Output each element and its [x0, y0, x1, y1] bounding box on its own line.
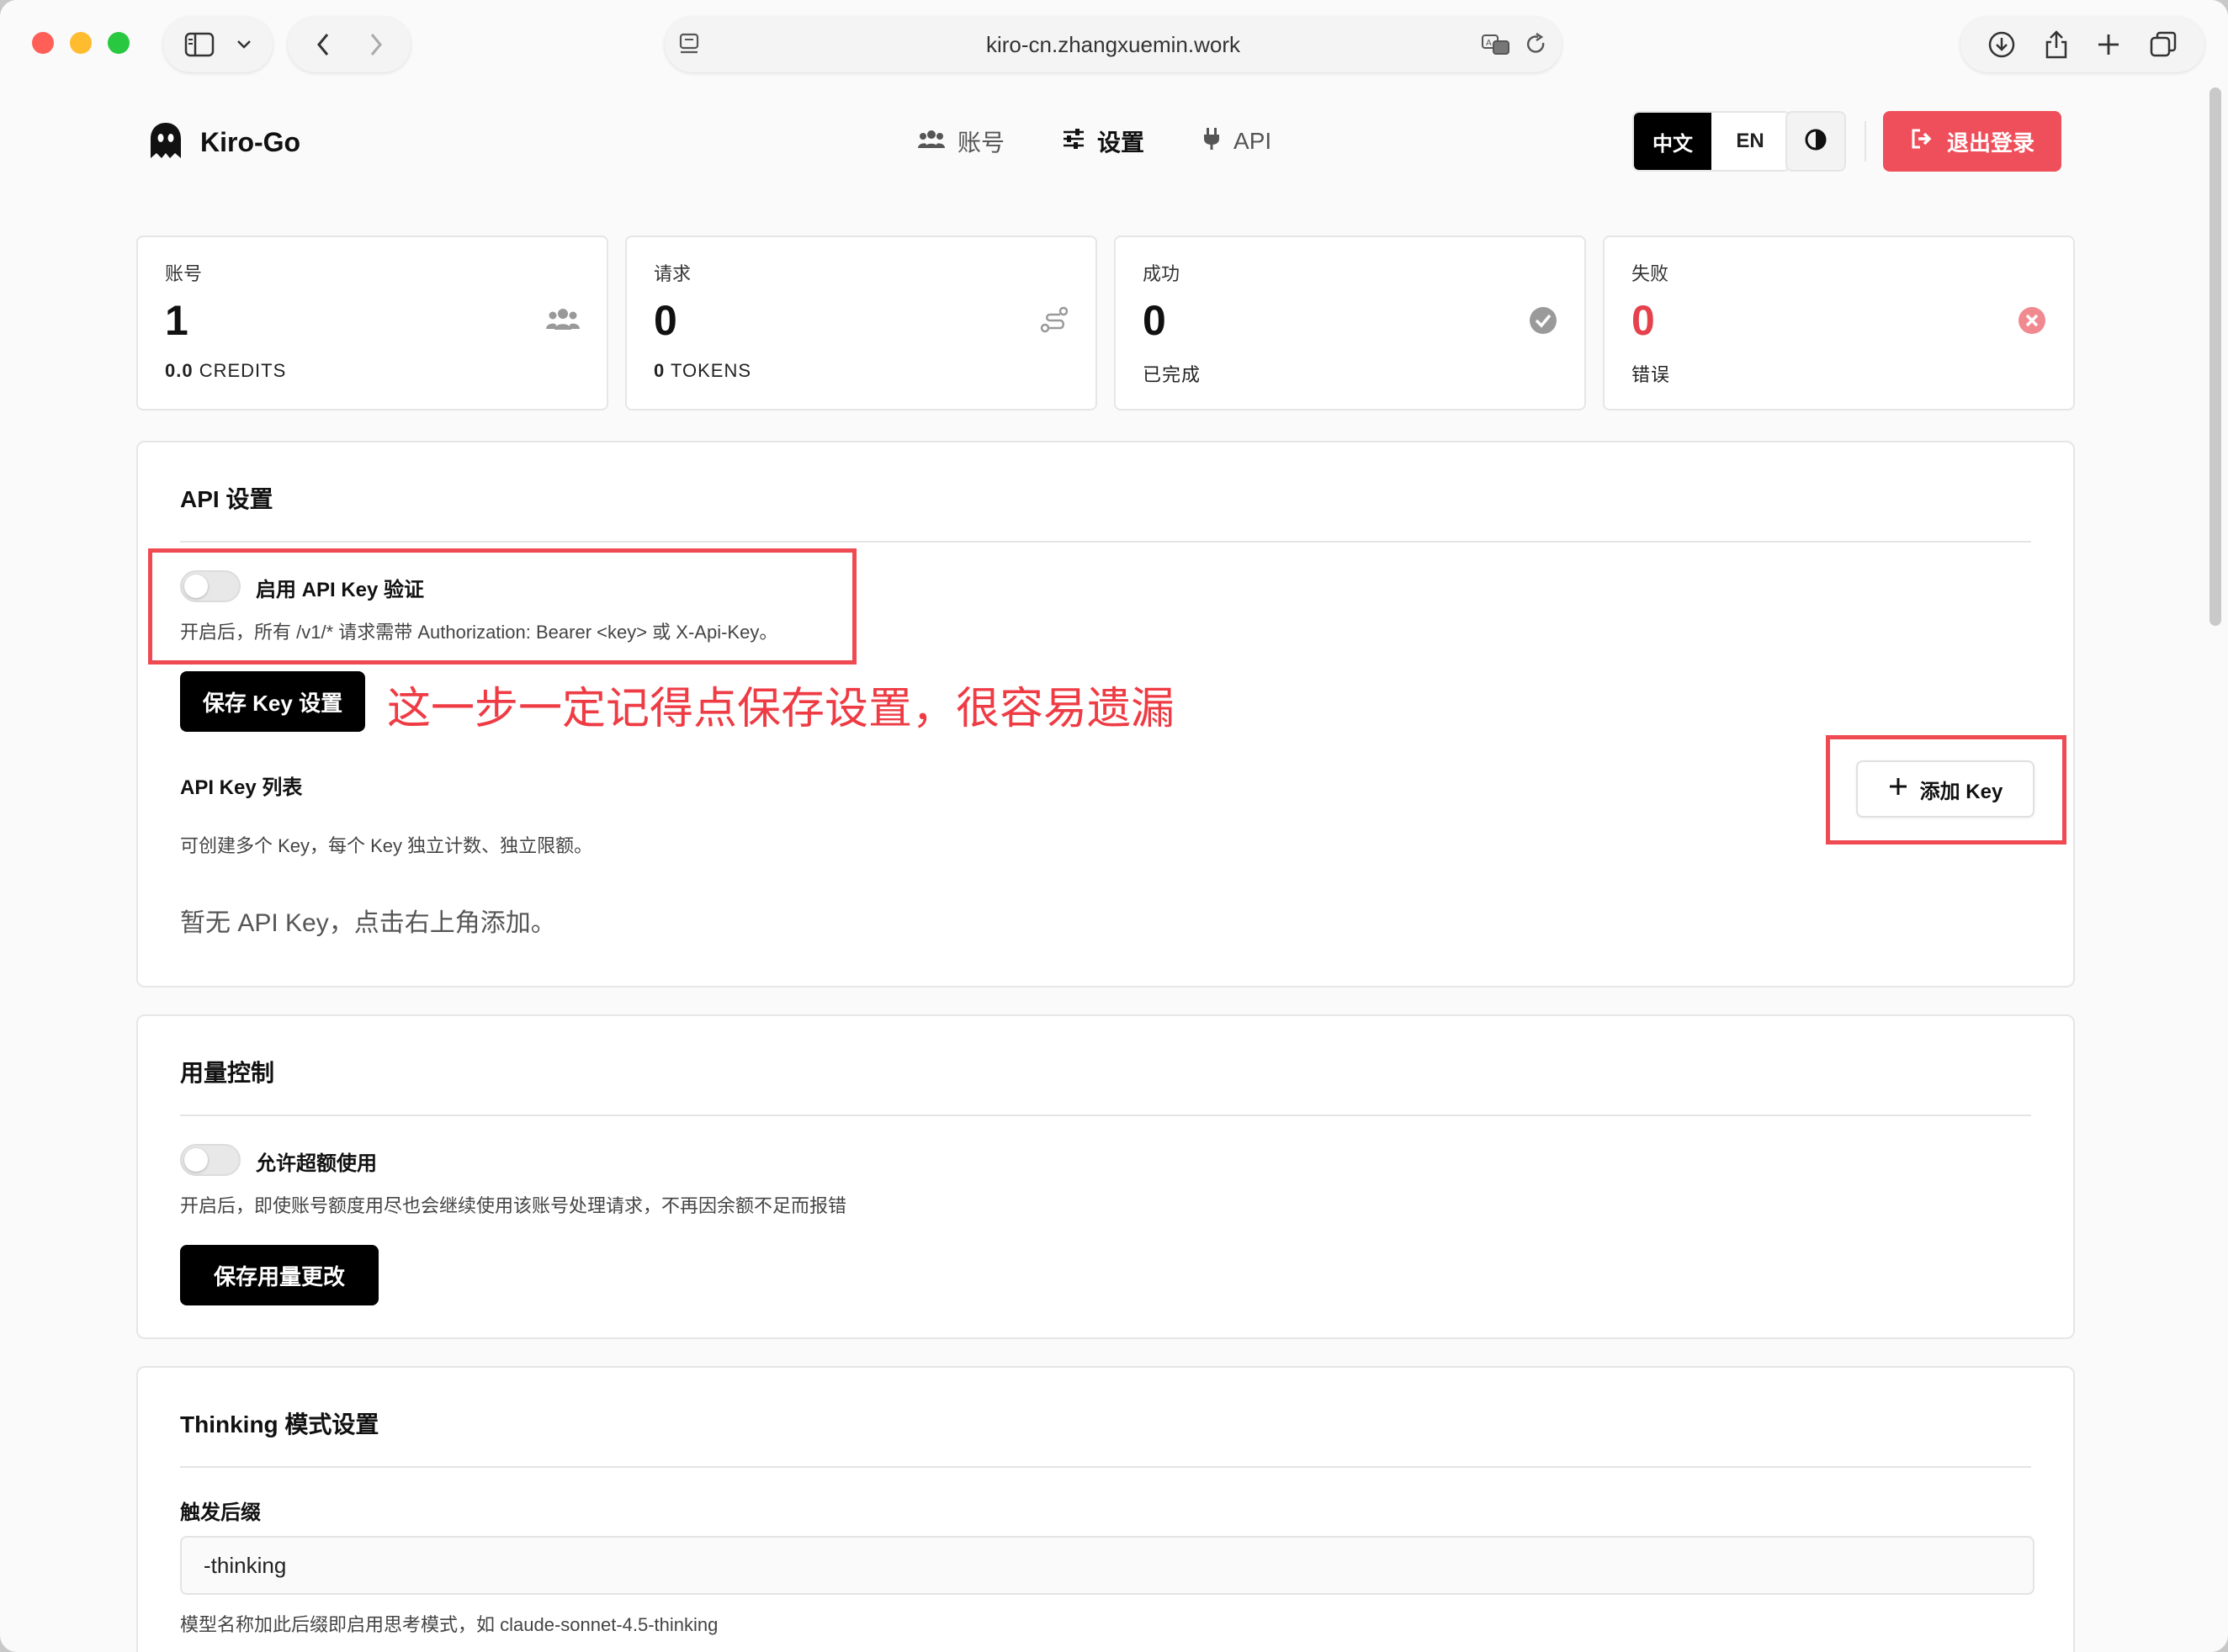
brand-name: Kiro-Go — [200, 127, 301, 157]
check-circle-icon — [1529, 306, 1557, 339]
stat-value: 1 — [165, 297, 188, 344]
ghost-logo-icon — [148, 121, 183, 164]
minimize-window-button[interactable] — [70, 32, 92, 54]
address-bar[interactable]: kiro-cn.zhangxuemin.work A — [665, 17, 1562, 72]
stat-sub-value: 0.0 — [165, 360, 194, 381]
stat-card-requests: 请求 0 0 TOKENS — [625, 236, 1097, 410]
stat-card-failed: 失败 0 错误 — [1603, 236, 2075, 410]
browser-window: kiro-cn.zhangxuemin.work A Kiro-Go 账号 设置… — [0, 0, 2228, 1652]
stat-sub: 错误 — [1631, 360, 2046, 387]
download-icon[interactable] — [1987, 30, 2016, 59]
logout-label: 退出登录 — [1946, 130, 2034, 156]
stat-value: 0 — [654, 297, 677, 344]
stat-value: 0 — [1143, 297, 1166, 344]
users-icon — [917, 128, 946, 156]
brand[interactable]: Kiro-Go — [148, 121, 300, 164]
stat-label: 账号 — [165, 263, 203, 284]
stat-card-success: 成功 0 已完成 — [1114, 236, 1586, 410]
share-icon[interactable] — [2044, 29, 2069, 60]
annotation-text: 这一步一定记得点保存设置，很容易遗漏 — [387, 685, 1175, 733]
reload-icon[interactable] — [1525, 33, 1548, 56]
url-text: kiro-cn.zhangxuemin.work — [985, 31, 1240, 57]
nav-settings-label: 设置 — [1097, 130, 1145, 156]
logout-button[interactable]: 退出登录 — [1883, 111, 2061, 172]
toolbar-actions — [1960, 17, 2204, 72]
api-key-list-help: 可创建多个 Key，每个 Key 独立计数、独立限额。 — [180, 835, 593, 856]
users-icon — [546, 306, 580, 336]
card-title: Thinking 模式设置 — [180, 1411, 379, 1438]
card-title: API 设置 — [180, 486, 273, 512]
stat-sub: 已完成 — [1143, 360, 1557, 387]
empty-state-text: 暂无 API Key，点击右上角添加。 — [180, 909, 556, 937]
annotation-box-toggle — [148, 548, 857, 665]
lang-zh-button[interactable]: 中文 — [1634, 113, 1711, 170]
language-switch: 中文 EN — [1632, 111, 1790, 172]
stat-label: 失败 — [1631, 263, 1669, 284]
header-divider — [1865, 121, 1866, 161]
allow-overage-label: 允许超额使用 — [256, 1152, 377, 1175]
allow-overage-toggle[interactable] — [180, 1144, 241, 1176]
route-icon — [1040, 306, 1069, 339]
stat-label: 成功 — [1143, 263, 1180, 284]
nav-settings[interactable]: 设置 — [1062, 124, 1144, 158]
close-window-button[interactable] — [32, 32, 54, 54]
stat-sub: 0.0 CREDITS — [165, 360, 580, 382]
thinking-settings-card: Thinking 模式设置 触发后缀 -thinking 模型名称加此后缀即启用… — [136, 1366, 2075, 1652]
theme-toggle-button[interactable] — [1785, 111, 1846, 172]
forward-icon[interactable] — [369, 32, 384, 57]
logout-icon — [1910, 127, 1935, 156]
stat-card-accounts: 账号 1 0.0 CREDITS — [136, 236, 608, 410]
stat-sub-label: 已完成 — [1143, 364, 1202, 385]
chevron-down-icon[interactable] — [236, 39, 252, 50]
api-key-list-title: API Key 列表 — [180, 776, 303, 799]
history-nav-group — [288, 17, 411, 72]
contrast-icon — [1804, 128, 1827, 156]
stat-sub: 0 TOKENS — [654, 360, 1069, 382]
browser-toolbar: kiro-cn.zhangxuemin.work A — [0, 0, 2228, 87]
allow-overage-help: 开启后，即使账号额度用尽也会继续使用该账号处理请求，不再因余额不足而报错 — [180, 1195, 847, 1216]
card-title: 用量控制 — [180, 1060, 275, 1086]
stat-label: 请求 — [654, 263, 692, 284]
save-usage-button[interactable]: 保存用量更改 — [180, 1245, 379, 1305]
nav-api-label: API — [1233, 128, 1272, 154]
lang-en-button[interactable]: EN — [1711, 113, 1789, 170]
suffix-help: 模型名称加此后缀即启用思考模式，如 claude-sonnet-4.5-thin… — [180, 1614, 719, 1635]
translate-icon[interactable]: A — [1481, 33, 1511, 56]
card-divider — [180, 1466, 2031, 1468]
plug-icon — [1202, 127, 1222, 156]
stat-sub-label: CREDITS — [199, 360, 287, 381]
svg-text:A: A — [1486, 39, 1492, 48]
sliders-icon — [1062, 128, 1085, 156]
tabs-icon[interactable] — [2149, 30, 2178, 59]
main-nav: 账号 设置 API — [917, 124, 1271, 158]
suffix-label: 触发后缀 — [180, 1501, 261, 1524]
annotation-box-add-key — [1826, 735, 2066, 845]
zoom-window-button[interactable] — [108, 32, 130, 54]
usage-control-card: 用量控制 允许超额使用 开启后，即使账号额度用尽也会继续使用该账号处理请求，不再… — [136, 1014, 2075, 1339]
nav-accounts-label: 账号 — [958, 130, 1005, 156]
sidebar-toggle-group — [163, 17, 273, 72]
nav-api[interactable]: API — [1202, 124, 1271, 158]
stat-sub-value: 0 — [654, 360, 666, 381]
stat-sub-label: TOKENS — [670, 360, 752, 381]
card-divider — [180, 541, 2031, 543]
save-key-settings-button[interactable]: 保存 Key 设置 — [180, 671, 365, 732]
app-header: Kiro-Go 账号 设置 API 中文 EN 退出登录 — [0, 87, 2228, 197]
x-circle-icon — [2018, 306, 2046, 339]
plus-icon[interactable] — [2096, 32, 2121, 57]
stats-row: 账号 1 0.0 CREDITS 请求 0 0 TOKENS 成功 0 已完成 … — [136, 236, 2075, 410]
stat-sub-label: 错误 — [1631, 364, 1671, 385]
stat-value: 0 — [1631, 297, 1655, 344]
sidebar-icon[interactable] — [184, 32, 215, 57]
nav-accounts[interactable]: 账号 — [917, 124, 1005, 158]
suffix-input[interactable]: -thinking — [180, 1536, 2034, 1595]
back-icon[interactable] — [316, 32, 331, 57]
card-divider — [180, 1115, 2031, 1116]
